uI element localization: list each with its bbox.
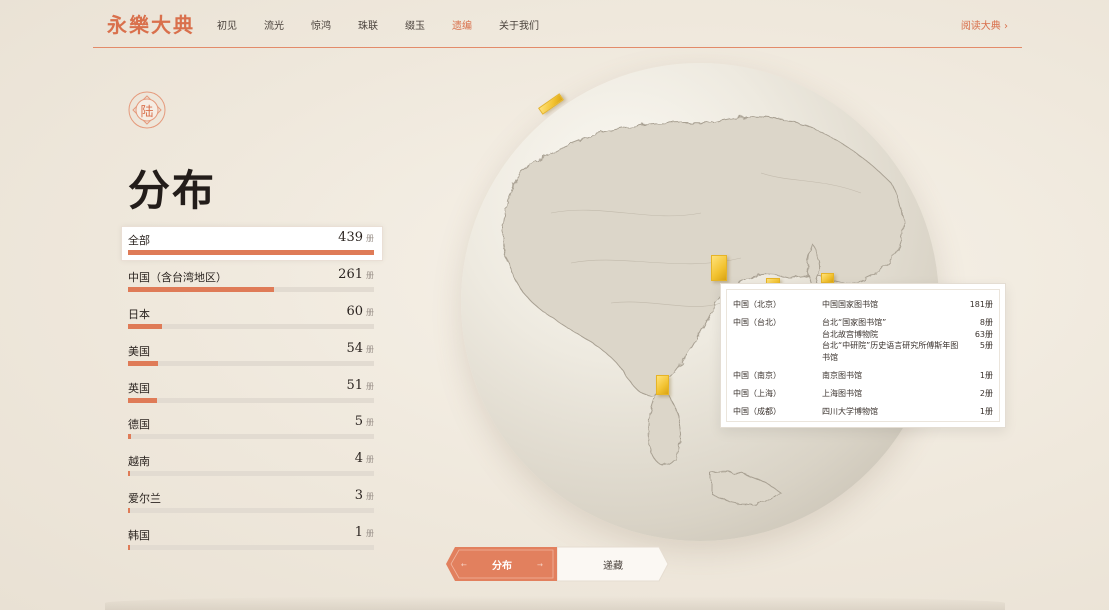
nav-item-6[interactable]: 关于我们 — [499, 17, 539, 32]
nav-item-1[interactable]: 流光 — [264, 17, 284, 32]
row-bar-track — [128, 250, 374, 255]
info-library: 上海图书馆 — [822, 389, 862, 398]
nav-item-3[interactable]: 珠联 — [358, 17, 378, 32]
row-bar-track — [128, 434, 374, 440]
info-region: 中国（北京） — [733, 300, 781, 309]
row-bar-fill — [128, 250, 374, 255]
row-name: 全部 — [128, 234, 150, 247]
info-library: 台北故宫博物院 — [822, 329, 878, 339]
row-bar-track — [128, 545, 374, 551]
nav-item-0[interactable]: 初见 — [217, 17, 237, 32]
map-marker-beijing[interactable] — [711, 255, 727, 281]
row-count: 4册 — [354, 451, 374, 467]
collection-info-panel: 中国（北京） 中国国家图书馆 181册 中国（台北） 台北“国家图书馆” 台北故… — [720, 283, 1006, 428]
info-region: 中国（成都） — [733, 407, 781, 416]
info-count: 181册 — [969, 300, 993, 309]
row-bar-track — [128, 397, 374, 403]
svg-text:→: → — [537, 561, 543, 569]
nav-item-4[interactable]: 缀玉 — [405, 17, 425, 32]
bottom-shadow — [105, 596, 1005, 610]
row-bar-fill — [128, 323, 162, 329]
view-toggle: ← → 分布 递藏 — [445, 546, 669, 582]
row-count: 51 册 — [346, 377, 374, 393]
main-nav: 初见 流光 惊鸿 珠联 缀玉 遗编 关于我们 — [217, 17, 539, 32]
row-name: 日本 — [128, 307, 150, 321]
info-library: 南京图书馆 — [822, 371, 862, 380]
info-library: 台北“中研院”历史语言研究所傅斯年图书馆 — [822, 341, 959, 362]
row-name: 中国（含台湾地区） — [128, 270, 227, 284]
row-bar-track — [128, 508, 374, 514]
badge-label: 陆 — [140, 105, 154, 120]
row-name: 英国 — [128, 381, 150, 395]
info-count: 1册 — [979, 407, 993, 416]
map-marker-chengdu[interactable] — [656, 375, 669, 395]
distribution-row-germany[interactable]: 德国 5册 — [128, 412, 374, 449]
row-bar-fill — [128, 508, 130, 514]
row-bar-track — [128, 323, 374, 329]
nav-item-5[interactable]: 遗编 — [452, 17, 472, 32]
read-encyclopedia-link[interactable]: 阅读大典 › — [961, 17, 1008, 32]
distribution-row-vietnam[interactable]: 越南 4册 — [128, 449, 374, 486]
distribution-row-china[interactable]: 中国（含台湾地区） 261 册 — [128, 265, 374, 302]
site-logo[interactable]: 永樂大典 — [107, 9, 195, 38]
row-bar-fill — [128, 545, 130, 551]
row-name: 韩国 — [128, 529, 150, 543]
row-bar-fill — [128, 360, 159, 366]
row-name: 爱尔兰 — [128, 492, 161, 506]
info-count: 2册 — [979, 389, 993, 398]
distribution-list: 全部 439 册 中国（含台湾地区） 261 册 日本 60 册 美国 54 册 英国 … — [121, 226, 383, 560]
row-bar-fill — [128, 286, 275, 292]
info-library: 台北“国家图书馆” — [822, 318, 887, 327]
nav-item-2[interactable]: 惊鸿 — [311, 17, 331, 32]
info-region: 中国（南京） — [733, 371, 781, 380]
section-number-badge: 陆 — [128, 91, 166, 129]
row-count: 5册 — [354, 414, 374, 430]
distribution-row-uk[interactable]: 英国 51 册 — [128, 376, 374, 413]
row-bar-fill — [128, 471, 131, 477]
row-bar-fill — [128, 397, 157, 403]
toggle-provenance-button[interactable]: 递藏 — [603, 557, 623, 572]
distribution-row-all[interactable]: 全部 439 册 — [121, 226, 383, 265]
svg-text:←: ← — [461, 561, 467, 569]
row-bar-track — [128, 286, 374, 292]
row-count: 439 册 — [338, 230, 374, 245]
info-count: 8册 — [979, 318, 993, 327]
row-bar-track — [128, 360, 374, 366]
distribution-row-usa[interactable]: 美国 54 册 — [128, 339, 374, 376]
row-bar-fill — [128, 434, 131, 440]
distribution-row-japan[interactable]: 日本 60 册 — [128, 302, 374, 339]
top-nav-bar: 永樂大典 初见 流光 惊鸿 珠联 缀玉 遗编 关于我们 阅读大典 › — [93, 0, 1022, 48]
row-bar-track — [128, 471, 374, 477]
row-count: 261 册 — [338, 266, 374, 282]
info-count: 1册 — [979, 371, 993, 380]
row-name: 美国 — [128, 344, 150, 358]
info-region: 中国（上海） — [733, 389, 781, 398]
distribution-row-korea[interactable]: 韩国 1册 — [128, 523, 374, 560]
row-count: 54 册 — [346, 340, 374, 356]
info-region: 中国（台北） — [733, 318, 781, 327]
row-count: 3册 — [354, 488, 374, 504]
info-library: 四川大学博物馆 — [822, 407, 878, 416]
toggle-frame-icon: ← → — [446, 546, 669, 582]
info-count: 5册 — [979, 341, 993, 350]
row-count: 60 册 — [346, 303, 374, 319]
map-marker-taipei[interactable] — [821, 273, 834, 283]
row-name: 越南 — [128, 455, 150, 469]
info-count: 63册 — [974, 329, 993, 339]
row-count: 1册 — [354, 525, 374, 541]
info-library: 中国国家图书馆 — [822, 300, 878, 309]
distribution-row-ireland[interactable]: 爱尔兰 3册 — [128, 486, 374, 523]
row-name: 德国 — [128, 418, 150, 432]
page-title: 分布 — [128, 166, 217, 215]
toggle-distribution-button[interactable]: 分布 — [492, 557, 512, 572]
